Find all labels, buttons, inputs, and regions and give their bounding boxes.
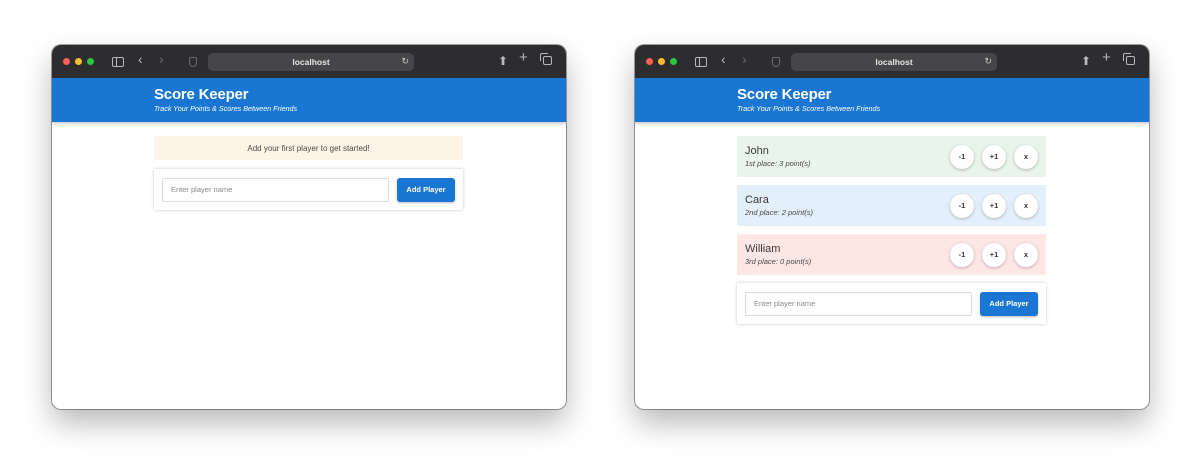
maximize-window-icon[interactable] <box>670 58 677 65</box>
new-tab-icon[interactable]: + <box>519 50 528 65</box>
main-content: John 1st place: 3 point(s) -1 +1 x Cara … <box>635 122 1149 324</box>
player-score-summary: 1st place: 3 point(s) <box>745 159 811 168</box>
player-info: John 1st place: 3 point(s) <box>745 145 950 168</box>
decrement-button[interactable]: -1 <box>950 242 974 267</box>
add-player-button[interactable]: Add Player <box>397 177 455 202</box>
browser-window-empty: ‹ › localhost ↻ ⬆ + Score Keeper Track Y… <box>52 45 566 409</box>
reload-icon[interactable]: ↻ <box>401 56 409 67</box>
increment-button[interactable]: +1 <box>982 242 1006 267</box>
add-player-form: Add Player <box>154 169 463 210</box>
window-controls <box>646 58 677 65</box>
remove-player-button[interactable]: x <box>1014 242 1038 267</box>
increment-button[interactable]: +1 <box>982 193 1006 218</box>
share-icon[interactable]: ⬆ <box>1081 54 1091 68</box>
player-card-second: Cara 2nd place: 2 point(s) -1 +1 x <box>737 185 1046 226</box>
remove-player-button[interactable]: x <box>1014 144 1038 169</box>
close-window-icon[interactable] <box>63 58 70 65</box>
maximize-window-icon[interactable] <box>87 58 94 65</box>
back-arrow-icon[interactable]: ‹ <box>721 52 726 66</box>
add-player-button[interactable]: Add Player <box>980 291 1038 316</box>
tab-overview-icon[interactable] <box>1123 53 1135 65</box>
player-score-summary: 2nd place: 2 point(s) <box>745 208 813 217</box>
player-name: Cara <box>745 194 769 206</box>
app-title: Score Keeper <box>154 86 249 103</box>
forward-arrow-icon[interactable]: › <box>159 52 164 66</box>
back-arrow-icon[interactable]: ‹ <box>138 52 143 66</box>
app-subtitle: Track Your Points & Scores Between Frien… <box>154 104 298 113</box>
player-name-input[interactable] <box>745 291 972 316</box>
player-name-input[interactable] <box>162 177 389 202</box>
address-bar[interactable]: localhost ↻ <box>791 53 997 71</box>
privacy-shield-icon[interactable] <box>189 57 197 67</box>
player-info: Cara 2nd place: 2 point(s) <box>745 194 950 217</box>
app-subtitle: Track Your Points & Scores Between Frien… <box>737 104 881 113</box>
increment-button[interactable]: +1 <box>982 144 1006 169</box>
forward-arrow-icon[interactable]: › <box>742 52 747 66</box>
tab-overview-icon[interactable] <box>540 53 552 65</box>
minimize-window-icon[interactable] <box>658 58 665 65</box>
app-header: Score Keeper Track Your Points & Scores … <box>52 78 566 122</box>
sidebar-toggle-icon[interactable] <box>695 57 707 67</box>
add-player-form: Add Player <box>737 283 1046 324</box>
sidebar-toggle-icon[interactable] <box>112 57 124 67</box>
browser-toolbar: ‹ › localhost ↻ ⬆ + <box>52 45 566 78</box>
reload-icon[interactable]: ↻ <box>984 56 992 67</box>
window-controls <box>63 58 94 65</box>
player-name: William <box>745 243 781 255</box>
main-content: Add your first player to get started! Ad… <box>52 122 566 210</box>
player-score-summary: 3rd place: 0 point(s) <box>745 257 812 266</box>
url-text: localhost <box>292 57 330 67</box>
player-name: John <box>745 145 769 157</box>
browser-toolbar: ‹ › localhost ↻ ⬆ + <box>635 45 1149 78</box>
address-bar[interactable]: localhost ↻ <box>208 53 414 71</box>
app-header: Score Keeper Track Your Points & Scores … <box>635 78 1149 122</box>
privacy-shield-icon[interactable] <box>772 57 780 67</box>
minimize-window-icon[interactable] <box>75 58 82 65</box>
close-window-icon[interactable] <box>646 58 653 65</box>
decrement-button[interactable]: -1 <box>950 193 974 218</box>
url-text: localhost <box>875 57 913 67</box>
share-icon[interactable]: ⬆ <box>498 54 508 68</box>
new-tab-icon[interactable]: + <box>1102 50 1111 65</box>
app-title: Score Keeper <box>737 86 832 103</box>
remove-player-button[interactable]: x <box>1014 193 1038 218</box>
decrement-button[interactable]: -1 <box>950 144 974 169</box>
browser-window-players: ‹ › localhost ↻ ⬆ + Score Keeper Track Y… <box>635 45 1149 409</box>
player-card-first: John 1st place: 3 point(s) -1 +1 x <box>737 136 1046 177</box>
player-info: William 3rd place: 0 point(s) <box>745 243 950 266</box>
player-card-third: William 3rd place: 0 point(s) -1 +1 x <box>737 234 1046 275</box>
empty-state-notice: Add your first player to get started! <box>154 136 463 160</box>
